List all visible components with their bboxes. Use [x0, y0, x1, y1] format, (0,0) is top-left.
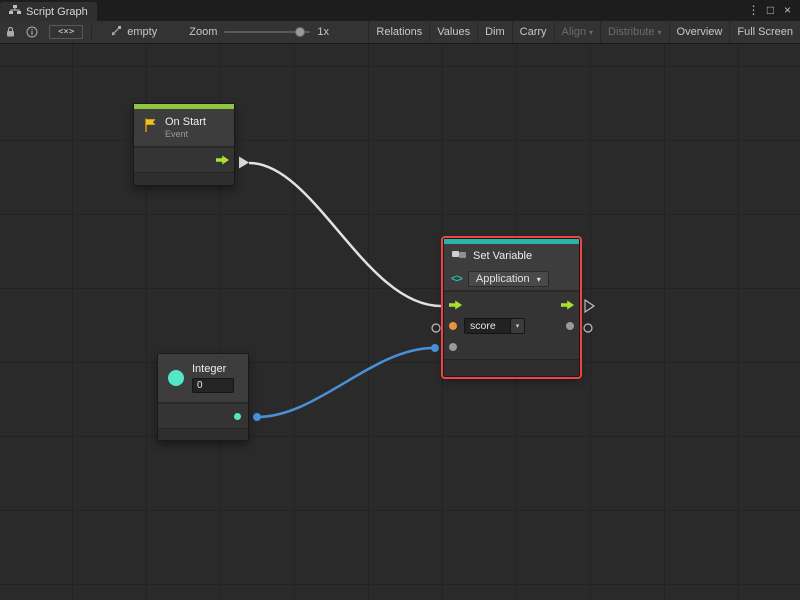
tab-bar: Script Graph ⋮ □ ×	[0, 0, 800, 21]
zoom-value: 1x	[317, 26, 329, 38]
overview-button[interactable]: Overview	[669, 21, 730, 43]
flow-output-port[interactable]	[216, 155, 229, 165]
chevron-down-icon: ▾	[589, 28, 593, 37]
script-graph-window: Script Graph ⋮ □ × <×> empty Zoom	[0, 0, 800, 600]
value-input-port[interactable]	[449, 343, 457, 351]
pan-arrow-icon	[110, 25, 122, 40]
align-button[interactable]: Align▾	[554, 21, 600, 43]
variable-scope-dropdown[interactable]: Application ▾	[468, 271, 549, 287]
tab-title: Script Graph	[26, 6, 88, 18]
carry-button[interactable]: Carry	[512, 21, 554, 43]
on-start-header: On Start Event	[134, 109, 234, 146]
integer-type-icon	[168, 370, 184, 386]
close-icon[interactable]: ×	[779, 0, 796, 21]
set-variable-ports: score ▾	[444, 290, 579, 359]
window-controls: ⋮ □ ×	[745, 0, 800, 21]
node-title: Set Variable	[473, 250, 532, 262]
zoom-label: Zoom	[189, 26, 217, 38]
chevron-down-icon: ▾	[537, 275, 541, 284]
toolbar-divider	[91, 25, 92, 40]
integer-footer	[158, 428, 248, 440]
name-port-row: score ▾	[444, 315, 579, 336]
relations-button[interactable]: Relations	[368, 21, 429, 43]
graph-canvas[interactable]: On Start Event Set Variable <>	[0, 44, 800, 600]
unconnected-value-port-right-icon[interactable]	[584, 324, 592, 332]
variable-name-value: score	[465, 320, 510, 332]
brackets-icon: <>	[451, 273, 462, 285]
value-port-row	[444, 336, 579, 357]
code-toggle-button[interactable]: <×>	[49, 25, 83, 39]
fullscreen-button[interactable]: Full Screen	[729, 21, 800, 43]
info-icon[interactable]	[21, 21, 43, 43]
scope-value: Application	[476, 273, 530, 285]
zoom-slider[interactable]	[224, 25, 310, 39]
menu-icon[interactable]: ⋮	[745, 0, 762, 21]
wire-integer-to-setvariable[interactable]	[257, 348, 434, 417]
lock-icon[interactable]	[0, 21, 21, 43]
wire-onstart-to-setvariable[interactable]	[249, 163, 441, 306]
flow-wire-start-arrow-icon	[239, 157, 249, 169]
flow-port-row	[444, 294, 579, 315]
node-integer[interactable]: Integer 0	[157, 353, 249, 441]
node-title: Integer	[192, 363, 234, 375]
set-variable-footer	[444, 359, 579, 376]
graph-toolbar: <×> empty Zoom 1x Relations Values Dim C…	[0, 21, 800, 44]
wires-layer	[0, 44, 800, 600]
tab-script-graph[interactable]: Script Graph	[0, 2, 97, 21]
graph-icon	[9, 5, 21, 18]
blue-wire-start-dot	[253, 413, 261, 421]
node-set-variable[interactable]: Set Variable <> Application ▾	[443, 238, 580, 377]
variable-name-combo[interactable]: score ▾	[464, 318, 525, 334]
toolbar-buttons: Relations Values Dim Carry Align▾ Distri…	[368, 21, 800, 43]
graph-breadcrumb-empty[interactable]: empty	[110, 25, 157, 40]
values-button[interactable]: Values	[429, 21, 477, 43]
node-on-start[interactable]: On Start Event	[133, 103, 235, 186]
flag-icon	[143, 117, 158, 138]
integer-output-port[interactable]	[234, 413, 241, 420]
dim-button[interactable]: Dim	[477, 21, 512, 43]
empty-label: empty	[127, 26, 157, 38]
on-start-footer	[134, 172, 234, 185]
chevron-down-icon: ▾	[658, 28, 662, 37]
blue-wire-end-dot	[431, 344, 439, 352]
maximize-icon[interactable]: □	[762, 0, 779, 21]
set-variable-subheader: <> Application ▾	[444, 267, 579, 290]
name-input-port[interactable]	[449, 322, 457, 330]
integer-value-field[interactable]: 0	[192, 378, 234, 393]
chevron-down-icon[interactable]: ▾	[510, 319, 524, 333]
integer-ports	[158, 402, 248, 428]
value-output-port[interactable]	[566, 322, 574, 330]
set-variable-header: Set Variable	[444, 244, 579, 267]
node-subtitle: Event	[165, 129, 206, 139]
distribute-button[interactable]: Distribute▾	[600, 21, 668, 43]
zoom-control: Zoom 1x	[189, 25, 329, 39]
on-start-ports	[134, 146, 234, 172]
variables-icon	[451, 250, 467, 262]
unconnected-flow-port-icon[interactable]	[585, 300, 594, 312]
unconnected-value-port-left-icon[interactable]	[432, 324, 440, 332]
flow-output-port[interactable]	[561, 300, 574, 310]
node-title: On Start	[165, 116, 206, 128]
integer-header: Integer 0	[158, 354, 248, 402]
zoom-slider-knob[interactable]	[295, 27, 305, 37]
flow-input-port[interactable]	[449, 300, 462, 310]
